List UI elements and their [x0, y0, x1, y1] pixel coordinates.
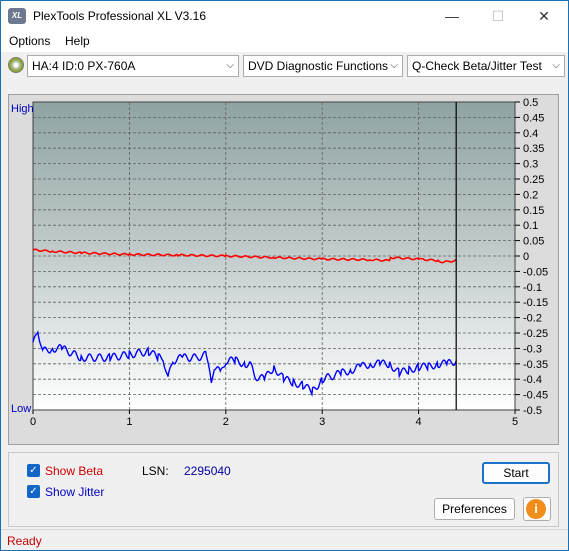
preferences-button[interactable]: Preferences — [434, 498, 515, 520]
chart-panel: 0.5 0.45 0.4 0.35 0.3 0.25 0.2 0.15 0.1 0.05 0 -0.0… — [8, 94, 559, 445]
chevron-down-icon: ⌵ — [390, 60, 398, 71]
show-jitter-checkbox[interactable]: ✓ — [27, 485, 40, 498]
y-tick-label: -0.5 — [523, 405, 542, 417]
x-tick-label: 5 — [512, 416, 518, 428]
x-tick-label: 4 — [416, 416, 422, 428]
menu-bar: Options Help — [1, 31, 568, 52]
y-tick-label: -0.4 — [523, 374, 542, 386]
show-beta-checkbox[interactable]: ✓ — [27, 464, 40, 477]
y-tick-label: -0.15 — [523, 297, 548, 309]
info-button[interactable]: i — [523, 497, 551, 521]
app-logo-icon: XL — [8, 8, 26, 24]
function-select[interactable]: DVD Diagnostic Functions ⌵ — [243, 55, 403, 77]
app-window: XL PlexTools Professional XL V3.16 — ☐ ✕… — [0, 0, 569, 551]
y-tick-label: 0.15 — [523, 205, 544, 217]
y-tick-label: 0 — [523, 251, 529, 263]
y-tick-label: 0.1 — [523, 220, 538, 232]
y-tick-label: 0.25 — [523, 174, 544, 186]
menu-options[interactable]: Options — [9, 34, 50, 48]
y-tick-label: 0.4 — [523, 128, 538, 140]
chevron-down-icon: ⌵ — [226, 60, 234, 71]
y-tick-label: 0.2 — [523, 189, 538, 201]
window-title: PlexTools Professional XL V3.16 — [33, 9, 206, 23]
show-beta-label[interactable]: Show Beta — [45, 464, 103, 478]
x-tick-label: 3 — [319, 416, 325, 428]
test-select[interactable]: Q-Check Beta/Jitter Test ⌵ — [407, 55, 565, 77]
status-text: Ready — [7, 534, 42, 548]
y-tick-label: -0.25 — [523, 328, 548, 340]
show-jitter-label[interactable]: Show Jitter — [45, 485, 104, 499]
close-button[interactable]: ✕ — [521, 1, 567, 31]
menu-help[interactable]: Help — [65, 34, 90, 48]
title-bar: XL PlexTools Professional XL V3.16 — ☐ ✕ — [1, 1, 568, 31]
minimize-button[interactable]: — — [429, 1, 475, 31]
y-tick-label: -0.3 — [523, 343, 542, 355]
info-icon: i — [526, 499, 546, 519]
y-tick-label: -0.45 — [523, 390, 548, 402]
disc-drive-icon — [8, 57, 24, 73]
y-label-high: High — [11, 103, 34, 115]
y-tick-label: -0.2 — [523, 313, 542, 325]
function-select-value: DVD Diagnostic Functions — [248, 59, 389, 73]
drive-select-value: HA:4 ID:0 PX-760A — [32, 59, 136, 73]
chevron-down-icon: ⌵ — [552, 60, 560, 71]
y-tick-label: 0.5 — [523, 97, 538, 109]
y-tick-label: 0.3 — [523, 159, 538, 171]
lsn-value: 2295040 — [184, 464, 231, 478]
x-tick-label: 0 — [30, 416, 36, 428]
test-select-value: Q-Check Beta/Jitter Test — [412, 59, 542, 73]
y-tick-label: -0.05 — [523, 266, 548, 278]
maximize-button[interactable]: ☐ — [475, 1, 521, 31]
y-tick-label: 0.05 — [523, 236, 544, 248]
drive-select[interactable]: HA:4 ID:0 PX-760A ⌵ — [27, 55, 239, 77]
start-button[interactable]: Start — [482, 462, 550, 484]
y-tick-label: 0.35 — [523, 143, 544, 155]
jitter-beta-chart: 0.5 0.45 0.4 0.35 0.3 0.25 0.2 0.15 0.1 0.05 0 -0.0… — [11, 97, 548, 428]
lsn-label: LSN: — [142, 464, 169, 478]
y-tick-label: -0.1 — [523, 282, 542, 294]
status-bar: Ready — [1, 529, 568, 550]
y-tick-label: 0.45 — [523, 112, 544, 124]
x-tick-label: 2 — [223, 416, 229, 428]
x-tick-label: 1 — [126, 416, 132, 428]
y-label-low: Low — [11, 403, 31, 415]
y-tick-label: -0.35 — [523, 359, 548, 371]
